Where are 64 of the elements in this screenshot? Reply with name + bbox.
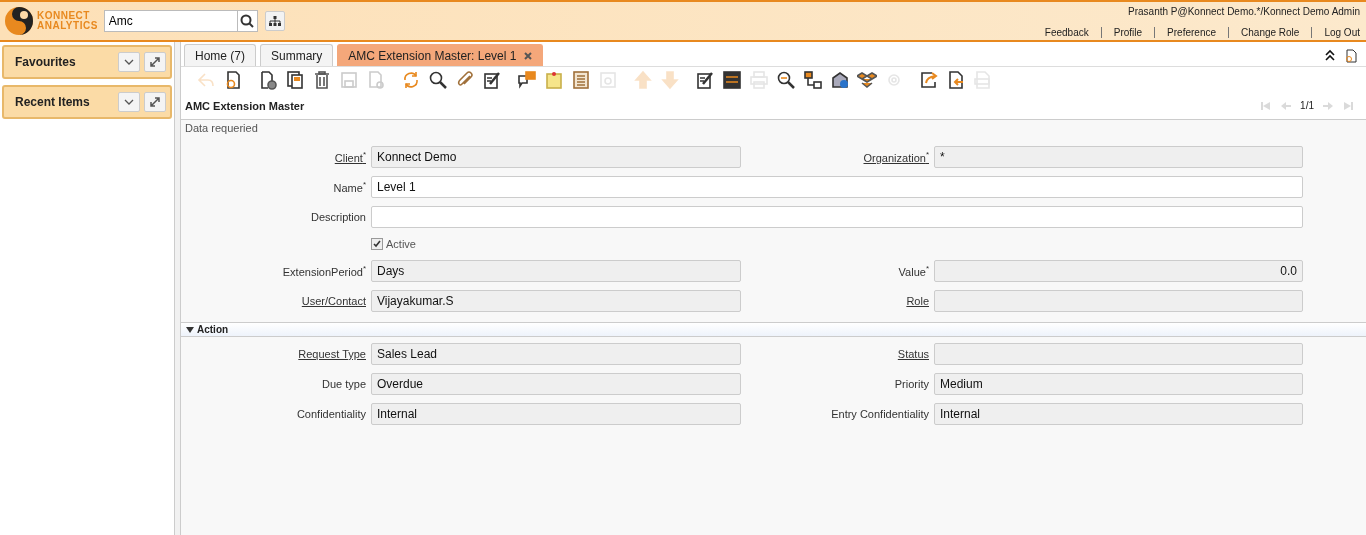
field-label: ExtensionPeriod$^{*}$: [281, 264, 367, 278]
field-label[interactable]: Status: [741, 348, 934, 360]
field-label[interactable]: Role: [741, 295, 934, 307]
field-label: Entry Confidentiality: [830, 408, 930, 420]
window-title: AMC Extension Master: [185, 99, 305, 112]
text-field[interactable]: Medium: [934, 373, 1303, 395]
field-label[interactable]: User/Contact: [181, 295, 371, 307]
search-button[interactable]: [237, 10, 258, 32]
text-field[interactable]: Level 1: [371, 176, 1303, 198]
field-label: Description: [309, 211, 367, 223]
field-label: Value$^{*}$: [897, 264, 930, 278]
text-field[interactable]: Sales Lead: [371, 343, 741, 365]
text-field[interactable]: [934, 290, 1303, 312]
expand-button[interactable]: [144, 92, 166, 112]
text-field[interactable]: Overdue: [371, 373, 741, 395]
search-icon: [240, 14, 255, 28]
logo-text: KONNECT: [37, 11, 91, 21]
field-label: Confidentiality: [295, 408, 367, 420]
tab[interactable]: Summary: [260, 44, 334, 66]
expand-icon: [149, 96, 161, 108]
checkbox[interactable]: [371, 238, 383, 250]
checkbox-label: Active: [386, 238, 416, 250]
text-field[interactable]: 0.0: [934, 260, 1303, 282]
chevron-down-icon: [124, 99, 134, 105]
header-link[interactable]: Profile: [1101, 27, 1156, 38]
expand-button[interactable]: [144, 52, 166, 72]
text-field[interactable]: Internal: [934, 403, 1303, 425]
text-field[interactable]: Konnect Demo: [371, 146, 741, 168]
text-field[interactable]: [934, 343, 1303, 365]
field-label[interactable]: Client$^{*}$: [181, 150, 371, 164]
field-label[interactable]: Request Type: [181, 348, 371, 360]
field-label: Due type: [320, 378, 367, 390]
close-icon[interactable]: [524, 51, 533, 60]
header-link[interactable]: Feedback: [1032, 27, 1102, 38]
panel-title: Favourites: [15, 55, 77, 69]
search-field[interactable]: Amc: [103, 10, 238, 32]
text-field[interactable]: Vijayakumar.S: [371, 290, 741, 312]
header-link[interactable]: Log Out: [1312, 27, 1360, 38]
header-link[interactable]: Change Role: [1229, 27, 1313, 38]
field-label: Name$^{*}$: [332, 180, 367, 194]
checkmark-icon: [373, 240, 381, 248]
hierarchy-icon: [268, 16, 281, 26]
panel-title: Recent Items: [15, 95, 91, 109]
logo-text: ANALYTICS: [37, 21, 98, 31]
document-icon[interactable]: [1344, 49, 1358, 63]
tab[interactable]: AMC Extension Master: Level 1: [337, 44, 544, 66]
section-header[interactable]: Action: [181, 322, 1366, 337]
field-label: Priority: [893, 378, 930, 390]
triangle-icon: [186, 326, 194, 333]
expand-icon: [149, 56, 161, 68]
tab[interactable]: Home (7): [184, 44, 256, 66]
field-label[interactable]: Organization$^{*}$: [741, 150, 934, 164]
text-field[interactable]: Days: [371, 260, 741, 282]
text-field[interactable]: [371, 206, 1303, 228]
logo-icon: [4, 6, 34, 36]
record-position: 1/1: [1300, 100, 1314, 111]
chevron-down-icon: [124, 59, 134, 65]
header-link[interactable]: Preference: [1155, 27, 1230, 38]
user-role-text: Prasanth P@Konnect Demo.*/Konnect Demo Admin: [1128, 6, 1360, 17]
hierarchy-button[interactable]: [264, 11, 285, 31]
text-field[interactable]: *: [934, 146, 1303, 168]
status-text: Data requeried: [184, 121, 259, 136]
text-field[interactable]: Internal: [371, 403, 741, 425]
collapse-icon[interactable]: [1324, 49, 1336, 61]
